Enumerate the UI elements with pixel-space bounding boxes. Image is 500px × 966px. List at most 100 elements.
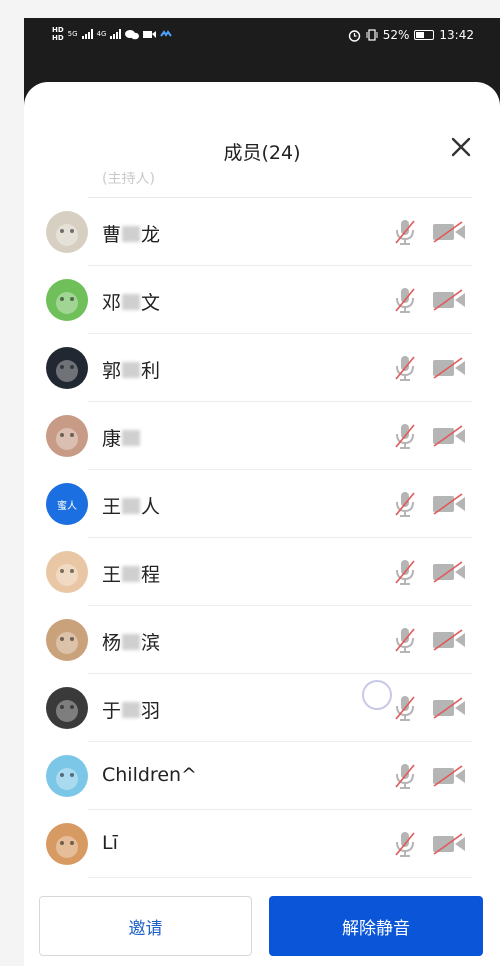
- member-name-part: 王: [102, 564, 122, 586]
- member-name: Children^: [102, 764, 197, 786]
- avatar: [46, 619, 88, 661]
- member-row[interactable]: 于羽: [24, 674, 500, 742]
- member-row[interactable]: 蜜人王人: [24, 470, 500, 538]
- camera-off-icon[interactable]: [432, 696, 466, 720]
- camera-off-icon[interactable]: [432, 764, 466, 788]
- camera-off-icon[interactable]: [432, 560, 466, 584]
- member-name-part: 于: [102, 700, 122, 722]
- member-row[interactable]: 康: [24, 402, 500, 470]
- member-name-part: 王: [102, 496, 122, 518]
- avatar: [46, 279, 88, 321]
- camera-off-icon[interactable]: [432, 288, 466, 312]
- member-name-part: 滨: [141, 632, 161, 654]
- avatar: [46, 415, 88, 457]
- row-divider: [88, 877, 472, 878]
- mic-muted-icon[interactable]: [392, 694, 418, 722]
- member-name: Lī: [102, 832, 118, 854]
- clock: 13:42: [439, 28, 474, 42]
- member-name-part: 杨: [102, 632, 122, 654]
- touch-indicator: [362, 680, 392, 710]
- mic-muted-icon[interactable]: [392, 490, 418, 518]
- status-bar: HD HD 5G 4G 52% 13:42: [24, 18, 500, 62]
- member-row[interactable]: 曹龙: [24, 198, 500, 266]
- panel-header: 成员(24): [24, 82, 500, 178]
- member-name: 王人: [102, 492, 160, 519]
- invite-button[interactable]: 邀请: [39, 896, 252, 956]
- alarm-icon: [348, 29, 360, 42]
- close-icon[interactable]: [448, 134, 474, 160]
- status-right: 52% 13:42: [348, 28, 474, 42]
- redacted-mark: [122, 498, 141, 514]
- member-name-part: 康: [102, 428, 122, 450]
- battery-fill: [416, 32, 425, 38]
- redacted-mark: [122, 294, 141, 310]
- avatar: 蜜人: [46, 483, 88, 525]
- avatar: [46, 687, 88, 729]
- member-name-part: Lī: [102, 832, 118, 854]
- mic-muted-icon[interactable]: [392, 354, 418, 382]
- hd-indicator: HD HD: [52, 26, 64, 42]
- member-name: 郭利: [102, 356, 160, 383]
- battery-icon: [414, 30, 435, 40]
- member-row[interactable]: Children^: [24, 742, 500, 810]
- video-icon: [143, 30, 157, 38]
- member-name-part: 邓: [102, 292, 122, 314]
- redacted-mark: [122, 702, 141, 718]
- redacted-mark: [122, 226, 141, 242]
- mic-muted-icon[interactable]: [392, 830, 418, 858]
- mic-muted-icon[interactable]: [392, 218, 418, 246]
- member-row[interactable]: 杨滨: [24, 606, 500, 674]
- camera-off-icon[interactable]: [432, 220, 466, 244]
- members-panel: 成员(24) (主持人) 曹龙邓文郭利康蜜人王人王程杨滨于羽 Children^ L…: [24, 82, 500, 966]
- redacted-mark: [122, 362, 141, 378]
- mic-muted-icon[interactable]: [392, 626, 418, 654]
- camera-off-icon[interactable]: [432, 356, 466, 380]
- redacted-mark: [122, 566, 141, 582]
- unmute-all-button[interactable]: 解除静音: [269, 896, 483, 956]
- member-name-part: 程: [141, 564, 161, 586]
- battery-percent: 52%: [382, 28, 410, 42]
- member-list: 曹龙邓文郭利康蜜人王人王程杨滨于羽 Children^ Lī: [24, 198, 500, 878]
- panel-footer: 邀请 解除静音: [24, 896, 500, 966]
- app-notify-icon: [160, 30, 173, 37]
- status-left: HD HD 5G 4G: [52, 26, 173, 42]
- mic-muted-icon[interactable]: [392, 422, 418, 450]
- camera-off-icon[interactable]: [432, 492, 466, 516]
- member-row[interactable]: 王程: [24, 538, 500, 606]
- mic-muted-icon[interactable]: [392, 286, 418, 314]
- mic-muted-icon[interactable]: [392, 762, 418, 790]
- member-name-part: 人: [141, 496, 161, 518]
- host-label: (主持人): [102, 172, 155, 187]
- camera-off-icon[interactable]: [432, 424, 466, 448]
- member-name: 邓文: [102, 288, 160, 315]
- phone-screen: HD HD 5G 4G 52% 13:42 成员(24) (主持人) 曹龙邓文郭利…: [24, 18, 500, 966]
- member-name-part: 文: [141, 292, 161, 314]
- member-name: 康: [102, 424, 141, 451]
- mic-muted-icon[interactable]: [392, 558, 418, 586]
- member-name-part: 龙: [141, 224, 161, 246]
- partial-member-row: (主持人): [88, 172, 472, 198]
- avatar: [46, 755, 88, 797]
- member-name-part: 郭: [102, 360, 122, 382]
- camera-off-icon[interactable]: [432, 628, 466, 652]
- member-row[interactable]: 邓文: [24, 266, 500, 334]
- member-name-part: Children^: [102, 764, 197, 786]
- member-row[interactable]: 郭利: [24, 334, 500, 402]
- panel-title: 成员(24): [223, 142, 301, 164]
- signal-icon: [81, 29, 93, 39]
- vibrate-icon: [366, 29, 378, 41]
- signal-a-label: 5G: [67, 30, 78, 38]
- avatar: [46, 211, 88, 253]
- wechat-icon: [125, 29, 140, 39]
- member-name: 曹龙: [102, 220, 160, 247]
- member-row[interactable]: Lī: [24, 810, 500, 878]
- redacted-mark: [122, 430, 141, 446]
- member-name-part: 曹: [102, 224, 122, 246]
- camera-off-icon[interactable]: [432, 832, 466, 856]
- avatar: [46, 823, 88, 865]
- avatar: [46, 551, 88, 593]
- member-name: 杨滨: [102, 628, 160, 655]
- redacted-mark: [122, 634, 141, 650]
- member-name: 王程: [102, 560, 160, 587]
- member-name-part: 羽: [141, 700, 161, 722]
